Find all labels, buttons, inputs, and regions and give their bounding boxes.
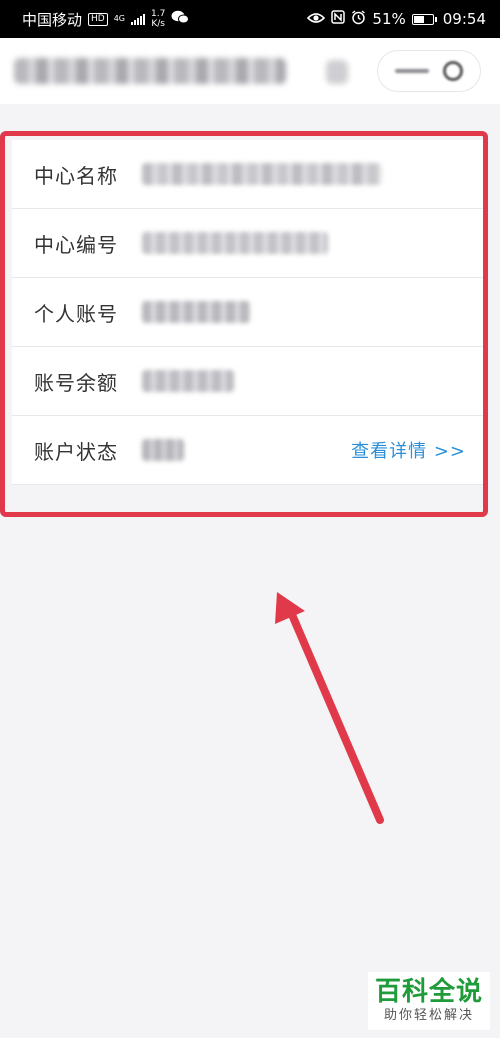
row-label: 中心名称 — [34, 163, 118, 188]
signal-icon — [131, 13, 146, 25]
row-label: 中心编号 — [34, 232, 118, 257]
eye-icon — [307, 10, 326, 28]
close-circle-icon[interactable] — [443, 61, 463, 81]
miniprogram-capsule[interactable] — [377, 50, 481, 92]
more-menu-icon[interactable] — [395, 69, 429, 73]
header-title-redacted — [14, 58, 286, 84]
header-action-redacted[interactable] — [326, 60, 348, 84]
speed-unit: K/s — [151, 19, 165, 29]
alarm-icon — [351, 9, 366, 29]
app-header — [0, 38, 500, 104]
value-redacted — [142, 439, 184, 461]
carrier-name: 中国移动 — [22, 10, 83, 29]
battery-percent: 51% — [372, 10, 406, 28]
row-account-balance: 账号余额 — [12, 347, 488, 416]
row-center-number: 中心编号 — [12, 209, 488, 278]
network-speed: 1.7 K/s — [151, 9, 165, 29]
clock-time: 09:54 — [442, 10, 486, 28]
wechat-icon — [171, 10, 190, 28]
row-label: 账户状态 — [34, 439, 118, 464]
row-label: 个人账号 — [34, 301, 118, 326]
value-redacted — [142, 301, 250, 323]
view-details-link[interactable]: 查看详情 >> — [351, 437, 466, 463]
status-bar: 中国移动 HD 4G 1.7 K/s 51% 09:54 — [0, 0, 500, 38]
battery-icon — [411, 13, 437, 25]
row-account-status: 账户状态 查看详情 >> — [12, 416, 488, 485]
speed-value: 1.7 — [151, 9, 166, 19]
network-type-label: 4G — [113, 14, 126, 23]
hd-badge: HD — [88, 12, 108, 26]
nfc-icon — [331, 10, 346, 28]
row-center-name: 中心名称 — [12, 140, 488, 209]
row-label: 账号余额 — [34, 370, 118, 395]
watermark-subtitle: 助你轻松解决 — [383, 1008, 474, 1023]
value-redacted — [142, 370, 234, 392]
watermark-title: 百科全说 — [374, 977, 483, 1007]
watermark-logo: 百科全说 助你轻松解决 — [368, 972, 490, 1030]
row-personal-account: 个人账号 — [12, 278, 488, 347]
value-redacted — [142, 232, 328, 254]
value-redacted — [142, 163, 382, 185]
account-info-card: 中心名称 中心编号 个人账号 账号余额 账户状态 查看详情 >> — [12, 140, 488, 529]
card-spacer — [12, 485, 488, 529]
network-type: 4G — [114, 15, 125, 23]
